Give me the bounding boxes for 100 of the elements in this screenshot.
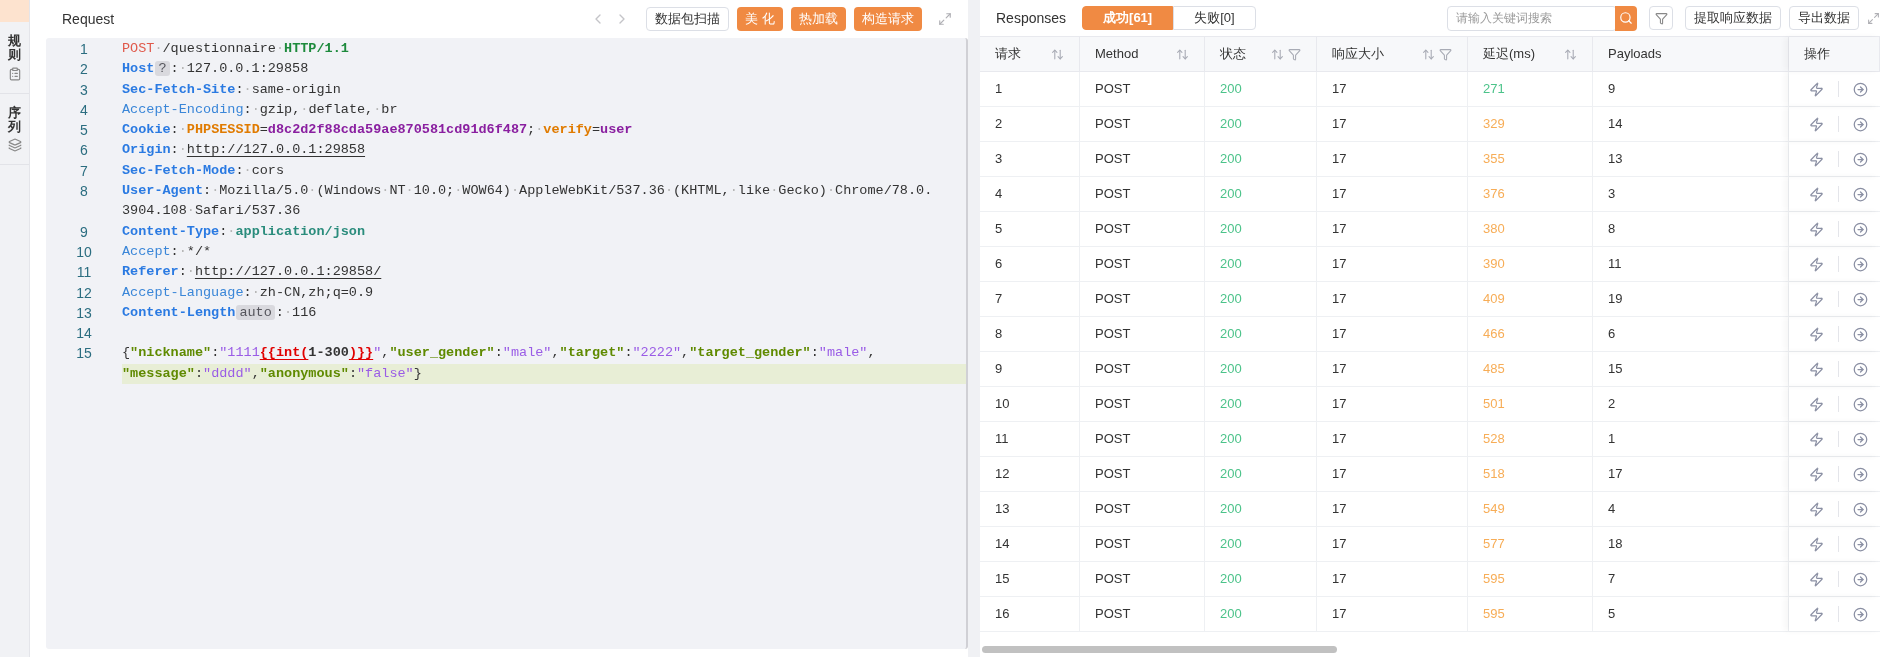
toolbar-button[interactable]: 导出数据	[1789, 6, 1859, 30]
arrow-circle-icon[interactable]	[1853, 466, 1868, 482]
table-cell: 518	[1468, 457, 1593, 491]
table-cell: 17	[1317, 282, 1468, 316]
arrow-circle-icon[interactable]	[1853, 116, 1868, 132]
code-line: Content-Type:·application/json	[122, 222, 367, 241]
table-cell: 9	[980, 352, 1080, 386]
table-cell: 200	[1205, 492, 1317, 526]
bolt-icon[interactable]	[1809, 361, 1824, 377]
table-cell: 380	[1468, 212, 1593, 246]
sort-icon[interactable]	[1051, 47, 1064, 61]
table-cell: POST	[1080, 527, 1205, 561]
bolt-icon[interactable]	[1809, 326, 1824, 342]
arrow-circle-icon[interactable]	[1853, 256, 1868, 272]
sort-icon[interactable]	[1564, 47, 1577, 61]
bolt-icon[interactable]	[1809, 81, 1824, 97]
arrow-circle-icon[interactable]	[1853, 536, 1868, 552]
code-line: {"nickname":"1111{{int(1-300)}}","user_gender":"male","target":"2222","target_gender":"male",	[122, 344, 877, 363]
table-cell: 5	[980, 212, 1080, 246]
bolt-icon[interactable]	[1809, 151, 1824, 167]
code-line: POST·/questionnaire·HTTP/1.1	[122, 40, 350, 58]
sidebar-tab[interactable]: 序列	[0, 93, 29, 166]
expand-icon[interactable]	[1867, 11, 1880, 25]
sort-icon[interactable]	[1422, 47, 1435, 61]
bolt-icon[interactable]	[1809, 186, 1824, 202]
table-cell: 17	[1317, 492, 1468, 526]
line-number: 11	[75, 263, 93, 283]
arrow-circle-icon[interactable]	[1853, 431, 1868, 447]
column-header: 状态	[1220, 45, 1247, 64]
arrow-circle-icon[interactable]	[1853, 186, 1868, 202]
table-cell: POST	[1080, 247, 1205, 281]
bolt-icon[interactable]	[1809, 221, 1824, 237]
scrollbar-thumb[interactable]	[982, 645, 1337, 653]
table-cell: 19	[1593, 282, 1789, 316]
bolt-icon[interactable]	[1809, 536, 1824, 552]
table-cell: POST	[1080, 387, 1205, 421]
filter-icon[interactable]	[1439, 47, 1452, 61]
sort-icon[interactable]	[1271, 47, 1284, 61]
arrow-circle-icon[interactable]	[1853, 606, 1868, 622]
table-cell: 200	[1205, 422, 1317, 456]
table-cell: 200	[1205, 72, 1317, 106]
arrow-circle-icon[interactable]	[1853, 221, 1868, 237]
bolt-icon[interactable]	[1809, 291, 1824, 307]
arrow-circle-icon[interactable]	[1853, 571, 1868, 587]
table-cell: POST	[1080, 352, 1205, 386]
code-line: Cookie:·PHPSESSID=d8c2d2f88cda59ae870581cd91d6f487;·verify=user	[122, 121, 634, 140]
table-cell: 8	[980, 317, 1080, 351]
table-cell: 13	[1593, 142, 1789, 176]
table-cell: 595	[1468, 562, 1593, 596]
table-cell: 17	[1317, 107, 1468, 141]
bolt-icon[interactable]	[1809, 501, 1824, 517]
arrow-circle-icon[interactable]	[1853, 501, 1868, 517]
sidebar-tab[interactable]: 规则	[0, 22, 29, 94]
bolt-icon[interactable]	[1809, 256, 1824, 272]
bolt-icon[interactable]	[1809, 571, 1824, 587]
sort-icon[interactable]	[1176, 47, 1189, 61]
arrow-circle-icon[interactable]	[1853, 396, 1868, 412]
line-number: 1	[79, 40, 89, 59]
column-header: Payloads	[1608, 45, 1663, 64]
expand-icon[interactable]	[938, 12, 952, 26]
table-cell: 4	[1593, 492, 1789, 526]
bolt-icon[interactable]	[1809, 431, 1824, 447]
arrow-circle-icon[interactable]	[1853, 81, 1868, 97]
table-cell: 18	[1593, 527, 1789, 561]
search-button[interactable]	[1615, 5, 1637, 31]
search-field[interactable]: 请输入关键词搜索	[1447, 5, 1617, 31]
toolbar-button[interactable]: 提取响应数据	[1685, 6, 1781, 30]
result-tab[interactable]: 失败[0]	[1173, 6, 1256, 30]
bolt-icon[interactable]	[1809, 606, 1824, 622]
arrow-circle-icon[interactable]	[1853, 361, 1868, 377]
bolt-icon[interactable]	[1809, 466, 1824, 482]
table-cell: 15	[980, 562, 1080, 596]
column-header: 请求	[995, 45, 1022, 64]
table-cell: 11	[1593, 247, 1789, 281]
filter-icon[interactable]	[1288, 47, 1301, 61]
arrow-circle-icon[interactable]	[1853, 151, 1868, 167]
filter-button[interactable]	[1649, 6, 1673, 30]
search-icon	[1619, 11, 1633, 25]
table-cell: POST	[1080, 422, 1205, 456]
code-line: 3904.108·Safari/537.36	[122, 202, 302, 221]
table-cell: 485	[1468, 352, 1593, 386]
arrow-circle-icon[interactable]	[1853, 326, 1868, 342]
bolt-icon[interactable]	[1809, 116, 1824, 132]
arrow-circle-icon[interactable]	[1853, 291, 1868, 307]
table-cell: 200	[1205, 597, 1317, 631]
table-cell: 390	[1468, 247, 1593, 281]
table-cell: 200	[1205, 527, 1317, 561]
line-number: 12	[75, 283, 93, 303]
table-cell: 595	[1468, 597, 1593, 631]
table-cell: 11	[980, 422, 1080, 456]
table-cell: 200	[1205, 352, 1317, 386]
sidebar-accent	[0, 0, 29, 22]
bolt-icon[interactable]	[1809, 396, 1824, 412]
table-cell: 528	[1468, 422, 1593, 456]
table-cell: 16	[980, 597, 1080, 631]
table-cell: POST	[1080, 142, 1205, 176]
line-number: 5	[79, 121, 89, 141]
toolbar-button[interactable]: 数据包扫描	[646, 7, 730, 31]
table-cell: 3	[980, 142, 1080, 176]
line-number: 7	[79, 161, 89, 181]
